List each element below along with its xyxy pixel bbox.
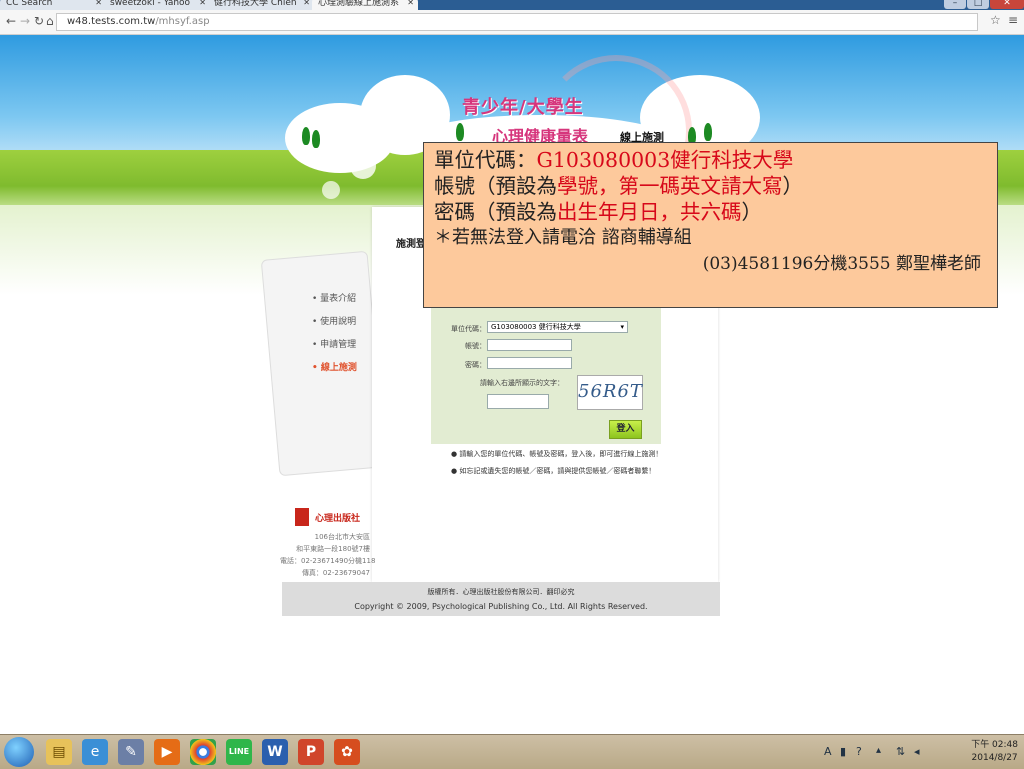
publisher-logo-icon — [295, 508, 309, 526]
tab-label: CC Search — [6, 0, 53, 8]
web-page: 青少年/大學生 心理健康量表 線上施測 • 量表介紹 • 使用說明 • 申請管理… — [0, 35, 1024, 735]
publisher-address: 和平東路一段180號7樓 — [296, 545, 370, 553]
captcha-label: 請輸入右邊所顯示的文字： — [480, 379, 564, 387]
callout-line-unit: 單位代碼：G103080003健行科技大學 — [434, 148, 794, 172]
back-icon[interactable]: ← — [6, 15, 16, 27]
login-button[interactable]: 登入 — [609, 420, 642, 439]
window-controls: – □ ✕ — [944, 0, 1024, 10]
dandelion-icon — [350, 153, 376, 179]
tree-icon — [312, 130, 320, 148]
unit-label: 單位代碼： — [451, 325, 486, 333]
clock-date: 2014/8/27 — [971, 753, 1018, 763]
keyboard-icon[interactable]: ▮ — [840, 745, 846, 758]
callout-line-contact: ＊若無法登入請電洽 諮商輔導組 — [434, 227, 692, 248]
footer-copyright-en: Copyright © 2009, Psychological Publishi… — [354, 602, 648, 611]
system-tray: A ▮ ? ▴ ⇅ ◂ 下午 02:48 2014/8/27 — [814, 735, 1024, 769]
clock[interactable]: 下午 02:48 2014/8/27 — [971, 739, 1018, 765]
forgot-note: ● 如忘記或遺失您的帳號／密碼，請與提供您帳號／密碼者聯繫！ — [451, 467, 656, 475]
windows-taskbar: ▤ e ✎ ▶ LINE W P ✿ A ▮ ? ▴ ⇅ ◂ 下午 02:48 … — [0, 734, 1024, 769]
clock-time: 下午 02:48 — [971, 740, 1018, 750]
close-window-button[interactable]: ✕ — [990, 0, 1024, 9]
account-label: 帳號： — [465, 342, 486, 350]
close-icon[interactable]: ✕ — [407, 0, 414, 9]
tree-icon — [704, 123, 712, 141]
password-label: 密碼： — [465, 361, 486, 369]
callout-line-account: 帳號（預設為學號，第一碼英文請大寫） — [434, 174, 803, 198]
nav-item-intro[interactable]: • 量表介紹 — [312, 291, 356, 304]
tab-label: 心理測驗線上施測系 — [318, 0, 400, 8]
home-icon[interactable]: ⌂ — [46, 15, 54, 27]
volume-icon[interactable]: ◂ — [914, 745, 920, 758]
start-button[interactable] — [4, 737, 34, 767]
address-bar: ← → ↻ ⌂ w48.tests.com.tw/mhsyf.asp ☆ ≡ — [0, 10, 1024, 35]
instruction-callout: 單位代碼：G103080003健行科技大學 帳號（預設為學號，第一碼英文請大寫）… — [423, 142, 998, 308]
forward-icon[interactable]: → — [20, 15, 30, 27]
tools-icon[interactable]: ✎ — [118, 739, 144, 765]
tab-label: 健行科技大學 Chien — [214, 0, 297, 8]
line-app-icon[interactable]: LINE — [226, 739, 252, 765]
url-text: w48.tests.com.tw/mhsyf.asp — [67, 16, 210, 27]
nav-item-instructions[interactable]: • 使用說明 — [312, 314, 356, 327]
word-icon[interactable]: W — [262, 739, 288, 765]
tree-icon — [456, 123, 464, 141]
callout-line-password: 密碼（預設為出生年月日，共六碼） — [434, 200, 762, 224]
chrome-icon[interactable] — [190, 739, 216, 765]
internet-explorer-icon[interactable]: e — [82, 739, 108, 765]
maximize-button[interactable]: □ — [967, 0, 989, 9]
dandelion-icon — [322, 181, 340, 199]
publisher-fax: 傳真：02-23679047 — [301, 569, 370, 577]
show-hidden-icon[interactable]: ▴ — [876, 745, 881, 756]
reload-icon[interactable]: ↻ — [34, 15, 44, 27]
tab-cc-search[interactable]: CC Search ✕ — [0, 0, 106, 10]
nav-item-online-test[interactable]: • 線上施測 — [312, 360, 357, 373]
captcha-image: 56R6T — [577, 375, 643, 410]
chevron-down-icon: ▾ — [620, 323, 624, 331]
media-player-icon[interactable]: ▶ — [154, 739, 180, 765]
app-icon[interactable]: ✿ — [334, 739, 360, 765]
bookmark-star-icon[interactable]: ☆ — [990, 14, 1001, 26]
file-explorer-icon[interactable]: ▤ — [46, 739, 72, 765]
tab-yahoo[interactable]: sweetzoki - Yahoo ✕ — [104, 0, 210, 10]
close-icon[interactable]: ✕ — [199, 0, 206, 9]
site-title: 青少年/大學生 — [462, 97, 584, 118]
publisher-address: 106台北市大安區 — [314, 533, 370, 541]
callout-line-phone: (03)4581196分機3555 鄭聖樺老師 — [702, 254, 981, 274]
url-field[interactable]: w48.tests.com.tw/mhsyf.asp — [56, 13, 978, 31]
tab-label: sweetzoki - Yahoo — [110, 0, 191, 8]
publisher-name: 心理出版社 — [315, 514, 361, 524]
browser-tabbar: CC Search ✕ sweetzoki - Yahoo ✕ 健行科技大學 Chi… — [0, 0, 1024, 10]
minimize-button[interactable]: – — [944, 0, 966, 9]
unit-select[interactable]: G103080003 健行科技大學 ▾ — [487, 321, 628, 333]
unit-select-value: G103080003 健行科技大學 — [491, 323, 581, 331]
account-input[interactable] — [487, 339, 572, 351]
close-icon[interactable]: ✕ — [95, 0, 102, 9]
network-icon[interactable]: ⇅ — [896, 745, 905, 758]
instruction-note: ● 請輸入您的單位代碼、帳號及密碼，登入後，即可進行線上施測！ — [451, 450, 663, 458]
menu-icon[interactable]: ≡ — [1008, 14, 1018, 26]
close-icon[interactable]: ✕ — [303, 0, 310, 9]
captcha-input[interactable] — [487, 394, 549, 409]
help-icon[interactable]: ? — [856, 745, 862, 758]
tab-chienkuo[interactable]: 健行科技大學 Chien ✕ — [208, 0, 314, 10]
nav-item-apply[interactable]: • 申請管理 — [312, 337, 356, 350]
tree-icon — [302, 127, 310, 145]
language-icon[interactable]: A — [824, 745, 832, 758]
tab-psych-test[interactable]: 心理測驗線上施測系 ✕ — [312, 0, 418, 10]
publisher-phone: 電話：02-23671490分機118 — [280, 557, 376, 565]
password-input[interactable] — [487, 357, 572, 369]
footer-copyright-cn: 版權所有．心理出版社股份有限公司．翻印必究 — [427, 588, 575, 596]
powerpoint-icon[interactable]: P — [298, 739, 324, 765]
